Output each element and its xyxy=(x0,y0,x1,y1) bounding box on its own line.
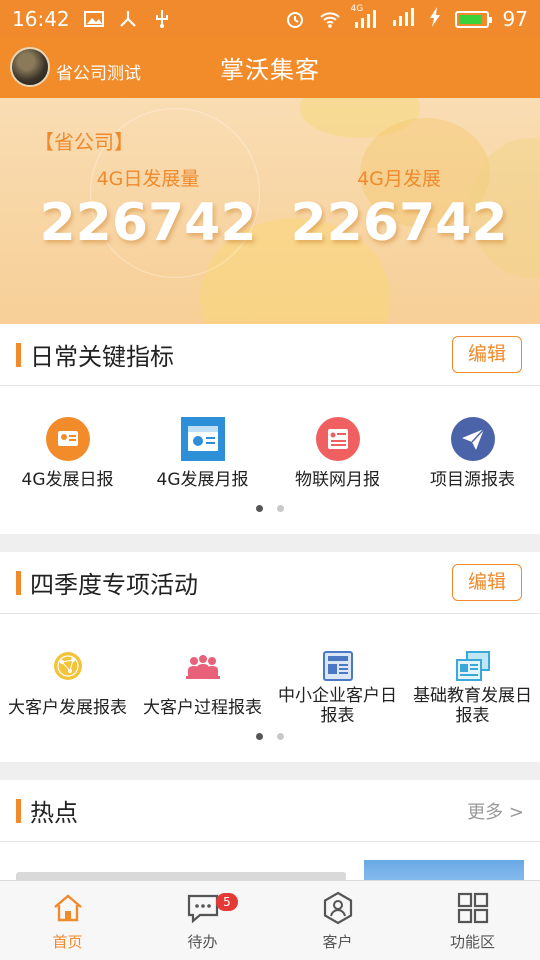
chat-todo-icon xyxy=(187,894,218,924)
grid-item-4g-monthly[interactable]: 4G发展月报 xyxy=(135,386,270,494)
grid-item-label: 4G发展月报 xyxy=(156,470,249,490)
grid-item-label: 基础教育发展日报表 xyxy=(413,686,532,726)
page-indicator xyxy=(0,722,540,758)
page-dot-active[interactable] xyxy=(256,733,263,740)
grid-item-4g-daily[interactable]: 4G发展日报 xyxy=(0,386,135,494)
paper-plane-icon xyxy=(450,417,495,465)
nav-todo[interactable]: 待办 xyxy=(135,881,270,960)
grid-item-iot-monthly[interactable]: 物联网月报 xyxy=(270,386,405,494)
status-bar: 16:42 4G 97 xyxy=(0,0,540,38)
grid-item-sme-customer-daily[interactable]: 中小企业客户日报表 xyxy=(270,614,405,726)
home-icon xyxy=(53,894,82,922)
page-indicator xyxy=(0,494,540,530)
page-dot[interactable] xyxy=(277,733,284,740)
news-stack-icon xyxy=(455,650,491,686)
image-icon xyxy=(83,9,104,29)
signal-icon xyxy=(391,7,415,31)
report-card-icon xyxy=(45,417,90,465)
battery-icon xyxy=(454,10,492,28)
metric-daily: 4G日发展量 226742 xyxy=(38,164,258,253)
nav-home[interactable]: 首页 xyxy=(0,881,135,960)
grid-item-label: 中小企业客户日报表 xyxy=(278,686,397,726)
section-header: 四季度专项活动 编辑 xyxy=(0,552,540,614)
news-item-preview[interactable] xyxy=(0,842,540,880)
grid-item-label: 大客户过程报表 xyxy=(143,698,262,718)
charging-icon xyxy=(429,6,441,32)
wifi-icon xyxy=(319,9,340,29)
news-thumbnail[interactable] xyxy=(364,860,524,880)
org-tag: 【省公司】 xyxy=(34,130,134,154)
indicator-grid: 4G发展日报 4G发展月报 物联网月报 项目源报表 xyxy=(0,386,540,494)
nav-label: 待办 xyxy=(187,933,218,951)
quarter-activities-section: 四季度专项活动 编辑 大客户发展报表 大客户过程报表 中小企业客户日报表 基础教… xyxy=(0,552,540,762)
group-people-icon xyxy=(184,652,222,686)
edit-button[interactable]: 编辑 xyxy=(452,564,522,601)
todo-count-badge: 5 xyxy=(216,893,238,911)
bottom-nav: 首页 待办 客户 功能区 5 xyxy=(0,880,540,960)
metric-label: 4G月发展 xyxy=(357,168,441,190)
grid-item-label: 大客户发展报表 xyxy=(8,698,127,718)
network-type: 4G xyxy=(350,4,364,14)
section-title: 四季度专项活动 xyxy=(30,571,198,599)
section-accent-bar xyxy=(16,799,21,823)
page-dot[interactable] xyxy=(277,505,284,512)
grid-item-project-source[interactable]: 项目源报表 xyxy=(405,386,540,494)
battery-level: 97 xyxy=(502,7,528,31)
nav-label: 首页 xyxy=(52,933,83,951)
network-globe-icon xyxy=(52,650,84,686)
metric-value: 226742 xyxy=(290,193,508,253)
nav-label: 客户 xyxy=(322,933,353,951)
activity-grid: 大客户发展报表 大客户过程报表 中小企业客户日报表 基础教育发展日报表 xyxy=(0,614,540,726)
customer-icon xyxy=(323,891,352,925)
grid-item-label: 4G发展日报 xyxy=(21,470,114,490)
calendar-icon xyxy=(180,417,225,465)
app-header: 省公司测试 掌沃集客 xyxy=(0,38,540,98)
status-time: 16:42 xyxy=(12,7,70,31)
metric-monthly: 4G月发展 226742 xyxy=(289,164,509,253)
hot-topics-section: 热点 更多 > xyxy=(0,780,540,880)
section-header: 热点 更多 > xyxy=(0,780,540,842)
page-dot-active[interactable] xyxy=(256,505,263,512)
grid-item-basic-education-daily[interactable]: 基础教育发展日报表 xyxy=(405,614,540,726)
more-link[interactable]: 更多 > xyxy=(467,798,524,824)
alarm-icon xyxy=(285,9,305,29)
nav-customer[interactable]: 客户 xyxy=(270,881,405,960)
section-title: 热点 xyxy=(30,799,78,827)
nav-functions[interactable]: 功能区 xyxy=(405,881,540,960)
news-title-snippet xyxy=(16,872,346,880)
list-document-icon xyxy=(315,417,360,465)
summary-banner: 【省公司】 4G日发展量 226742 4G月发展 226742 xyxy=(0,98,540,324)
grid-item-label: 物联网月报 xyxy=(295,470,380,490)
section-header: 日常关键指标 编辑 xyxy=(0,324,540,386)
usb-icon xyxy=(152,9,172,29)
grid-item-key-customer-development[interactable]: 大客户发展报表 xyxy=(0,614,135,722)
grid-item-label: 项目源报表 xyxy=(430,470,515,490)
share-icon xyxy=(118,9,138,29)
metric-label: 4G日发展量 xyxy=(96,168,200,190)
grid-apps-icon xyxy=(457,892,488,924)
edit-button[interactable]: 编辑 xyxy=(452,336,522,373)
section-accent-bar xyxy=(16,571,21,595)
newspaper-icon xyxy=(322,650,354,686)
grid-item-key-customer-process[interactable]: 大客户过程报表 xyxy=(135,614,270,722)
section-accent-bar xyxy=(16,343,21,367)
metric-value: 226742 xyxy=(39,193,257,253)
page-title: 掌沃集客 xyxy=(220,56,320,84)
daily-indicators-section: 日常关键指标 编辑 4G发展日报 4G发展月报 物联网月报 项目源报表 xyxy=(0,324,540,534)
nav-label: 功能区 xyxy=(449,933,495,951)
signal-icon: 4G xyxy=(351,4,377,28)
section-title: 日常关键指标 xyxy=(30,343,174,371)
